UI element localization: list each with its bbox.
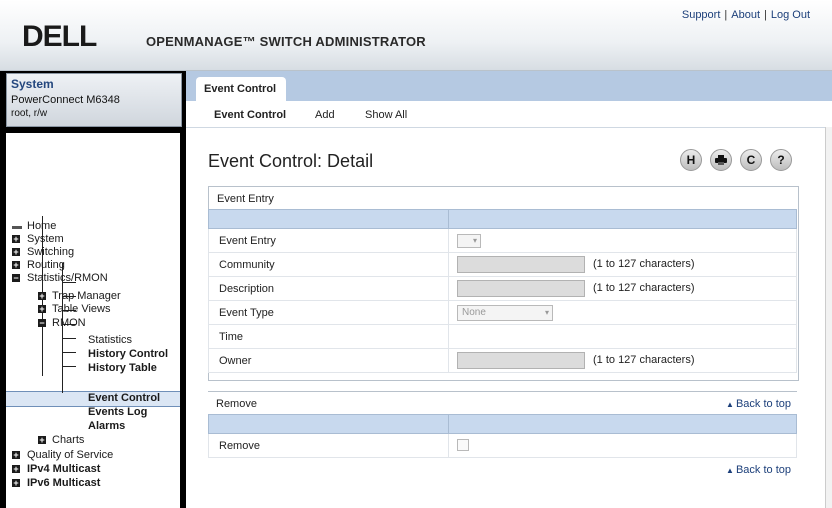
expand-icon[interactable]: + — [38, 305, 46, 314]
page-title: Event Control: Detail — [208, 151, 374, 171]
dell-logo: DELL — [22, 20, 97, 53]
help-icon[interactable]: ? — [770, 149, 792, 171]
owner-row: Owner (1 to 127 characters) — [208, 349, 797, 373]
back-to-top-link[interactable]: ▲ Back to top — [726, 398, 791, 410]
expand-icon[interactable]: + — [38, 292, 46, 301]
nav-history-table[interactable]: History Table — [88, 362, 157, 375]
left-panel: System PowerConnect M6348 root, r/w Home… — [0, 71, 186, 508]
top-links: Support | About | Log Out — [682, 9, 810, 21]
home-icon — [12, 226, 22, 229]
remove-table-header — [208, 414, 797, 434]
description-row: Description (1 to 127 characters) — [208, 277, 797, 301]
nav-alarms[interactable]: Alarms — [88, 420, 125, 433]
tree-connector — [62, 352, 76, 353]
nav-switching[interactable]: Switching — [27, 246, 74, 259]
event-type-select[interactable]: None ▾ — [457, 305, 553, 321]
description-input[interactable] — [457, 280, 585, 297]
nav-ipv6-multicast[interactable]: IPv6 Multicast — [27, 477, 100, 490]
time-row: Time — [208, 325, 797, 349]
event-type-label: Event Type — [219, 307, 274, 319]
remove-row: Remove — [208, 434, 797, 458]
refresh-icon[interactable]: C — [740, 149, 762, 171]
product-title: OPENMANAGE™ SWITCH ADMINISTRATOR — [146, 34, 426, 49]
event-entry-panel: Event Entry Event Entry ▾ Community (1 t… — [208, 186, 799, 381]
nav-statistics-rmon[interactable]: Statistics/RMON — [27, 272, 108, 285]
community-input[interactable] — [457, 256, 585, 273]
collapse-icon[interactable]: − — [12, 274, 20, 283]
nav-table-views[interactable]: Table Views — [52, 303, 111, 316]
event-entry-select[interactable]: ▾ — [457, 234, 481, 248]
nav-rmon[interactable]: RMON — [52, 317, 86, 330]
expand-icon[interactable]: + — [12, 261, 20, 270]
description-label: Description — [219, 283, 275, 295]
expand-icon[interactable]: + — [12, 465, 20, 474]
remove-label: Remove — [219, 440, 260, 452]
community-hint: (1 to 127 characters) — [593, 258, 695, 270]
nav-home[interactable]: Home — [27, 220, 56, 233]
remove-heading: Remove — [216, 398, 257, 410]
nav-history-control[interactable]: History Control — [88, 348, 168, 361]
tab-event-control[interactable]: Event Control — [196, 77, 286, 102]
link-separator: | — [724, 9, 728, 21]
event-entry-label: Event Entry — [219, 235, 276, 247]
top-header: DELL OPENMANAGE™ SWITCH ADMINISTRATOR Su… — [0, 0, 832, 71]
tree-connector — [62, 366, 76, 367]
logout-link[interactable]: Log Out — [771, 9, 810, 21]
back-to-top-text: Back to top — [735, 464, 791, 476]
back-to-top-text: Back to top — [735, 398, 791, 410]
expand-icon[interactable]: + — [12, 235, 20, 244]
nav-quality-of-service[interactable]: Quality of Service — [27, 449, 113, 462]
expand-icon[interactable]: + — [38, 436, 46, 445]
tab-bar: Event Control — [186, 71, 832, 102]
main-content: Event Control Event Control Add Show All… — [186, 71, 832, 508]
description-hint: (1 to 127 characters) — [593, 282, 695, 294]
nav-routing[interactable]: Routing — [27, 259, 65, 272]
nav-charts[interactable]: Charts — [52, 434, 84, 447]
system-model: PowerConnect M6348 — [11, 94, 120, 106]
back-to-top-link-2[interactable]: ▲ Back to top — [726, 464, 791, 476]
subtab-add[interactable]: Add — [315, 109, 335, 121]
event-type-value: None — [462, 307, 486, 318]
owner-input[interactable] — [457, 352, 585, 369]
table-header — [208, 209, 797, 229]
community-label: Community — [219, 259, 275, 271]
nav-trap-manager[interactable]: Trap Manager — [52, 290, 121, 303]
system-title: System — [11, 77, 54, 91]
expand-icon[interactable]: + — [12, 248, 20, 257]
remove-panel: Remove ▲ Back to top Remove ▲ Back to top — [208, 391, 797, 486]
nav-events-log[interactable]: Events Log — [88, 406, 147, 419]
nav-system[interactable]: System — [27, 233, 64, 246]
expand-icon[interactable]: + — [12, 479, 20, 488]
subtab-show-all[interactable]: Show All — [365, 109, 407, 121]
event-entry-heading: Event Entry — [217, 193, 274, 205]
support-link[interactable]: Support — [682, 9, 721, 21]
system-user: root, r/w — [11, 108, 48, 119]
print-icon[interactable] — [710, 149, 732, 171]
nav-rmon-statistics[interactable]: Statistics — [88, 334, 132, 347]
link-separator: | — [764, 9, 767, 21]
nav-event-control[interactable]: Event Control — [88, 392, 160, 405]
remove-checkbox[interactable] — [457, 439, 469, 451]
save-icon[interactable]: H — [680, 149, 702, 171]
about-link[interactable]: About — [731, 9, 760, 21]
vertical-scrollbar[interactable] — [825, 127, 832, 508]
collapse-icon[interactable]: − — [38, 319, 46, 328]
owner-label: Owner — [219, 355, 252, 367]
subtab-event-control[interactable]: Event Control — [214, 109, 286, 121]
chevron-down-icon: ▾ — [544, 308, 549, 317]
system-info-box[interactable]: System PowerConnect M6348 root, r/w — [6, 73, 182, 127]
event-type-row: Event Type None ▾ — [208, 301, 797, 325]
triangle-up-icon: ▲ — [726, 466, 734, 475]
sub-tab-bar: Event Control Add Show All — [186, 101, 832, 128]
tree-connector — [62, 338, 76, 339]
event-entry-row: Event Entry ▾ — [208, 229, 797, 253]
navigation-tree: Home + System + Switching + Routing − St… — [6, 133, 180, 508]
expand-icon[interactable]: + — [12, 451, 20, 460]
owner-hint: (1 to 127 characters) — [593, 354, 695, 366]
community-row: Community (1 to 127 characters) — [208, 253, 797, 277]
time-label: Time — [219, 331, 244, 343]
nav-ipv4-multicast[interactable]: IPv4 Multicast — [27, 463, 100, 476]
triangle-up-icon: ▲ — [726, 400, 734, 409]
